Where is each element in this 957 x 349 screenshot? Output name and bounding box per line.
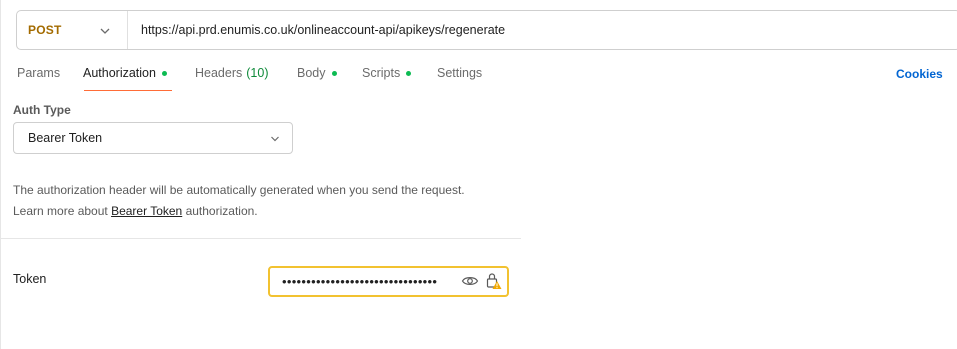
tab-settings[interactable]: Settings (437, 66, 482, 80)
tab-label: Params (17, 66, 61, 80)
token-label: Token (13, 272, 47, 286)
tab-label: Headers (195, 66, 243, 80)
tab-authorization[interactable]: Authorization (83, 66, 167, 80)
description-line-2: Learn more about Bearer Token authorizat… (13, 201, 465, 222)
lock-warning-icon[interactable] (486, 272, 502, 290)
method-select[interactable]: POST (17, 11, 128, 49)
tab-headers[interactable]: Headers (10) (195, 66, 268, 80)
tab-params[interactable]: Params (17, 66, 60, 80)
description-line-1: The authorization header will be automat… (13, 183, 465, 197)
status-dot (406, 70, 412, 76)
bearer-token-docs-link[interactable]: Bearer Token (111, 204, 182, 218)
auth-type-value: Bearer Token (28, 131, 103, 145)
status-dot (161, 70, 167, 76)
auth-type-select[interactable]: Bearer Token (13, 122, 293, 154)
tab-label: Settings (437, 66, 483, 80)
token-input[interactable]: •••••••••••••••••••••••••••••••• (268, 266, 509, 297)
headers-count: (10) (246, 66, 269, 80)
tab-scripts[interactable]: Scripts (362, 66, 412, 80)
tab-label: Body (297, 66, 326, 80)
cookies-link[interactable]: Cookies (896, 67, 943, 81)
auth-type-label: Auth Type (13, 103, 71, 117)
panel-left-border (0, 0, 1, 349)
tab-label: Authorization (83, 66, 156, 80)
active-tab-indicator (84, 90, 172, 91)
eye-icon[interactable] (461, 274, 479, 288)
description-suffix: authorization. (185, 204, 258, 218)
tab-label: Scripts (362, 66, 401, 80)
chevron-down-icon (100, 28, 110, 34)
status-dot (331, 70, 337, 76)
method-label: POST (28, 23, 62, 37)
token-masked-value: •••••••••••••••••••••••••••••••• (282, 274, 438, 289)
url-input[interactable]: https://api.prd.enumis.co.uk/onlineaccou… (141, 23, 505, 37)
description-prefix: Learn more about (13, 204, 108, 218)
tab-body[interactable]: Body (297, 66, 337, 80)
section-divider (0, 238, 521, 239)
chevron-down-icon (271, 136, 279, 142)
url-bar: POST https://api.prd.enumis.co.uk/online… (16, 10, 957, 50)
auth-description: The authorization header will be automat… (13, 180, 465, 222)
